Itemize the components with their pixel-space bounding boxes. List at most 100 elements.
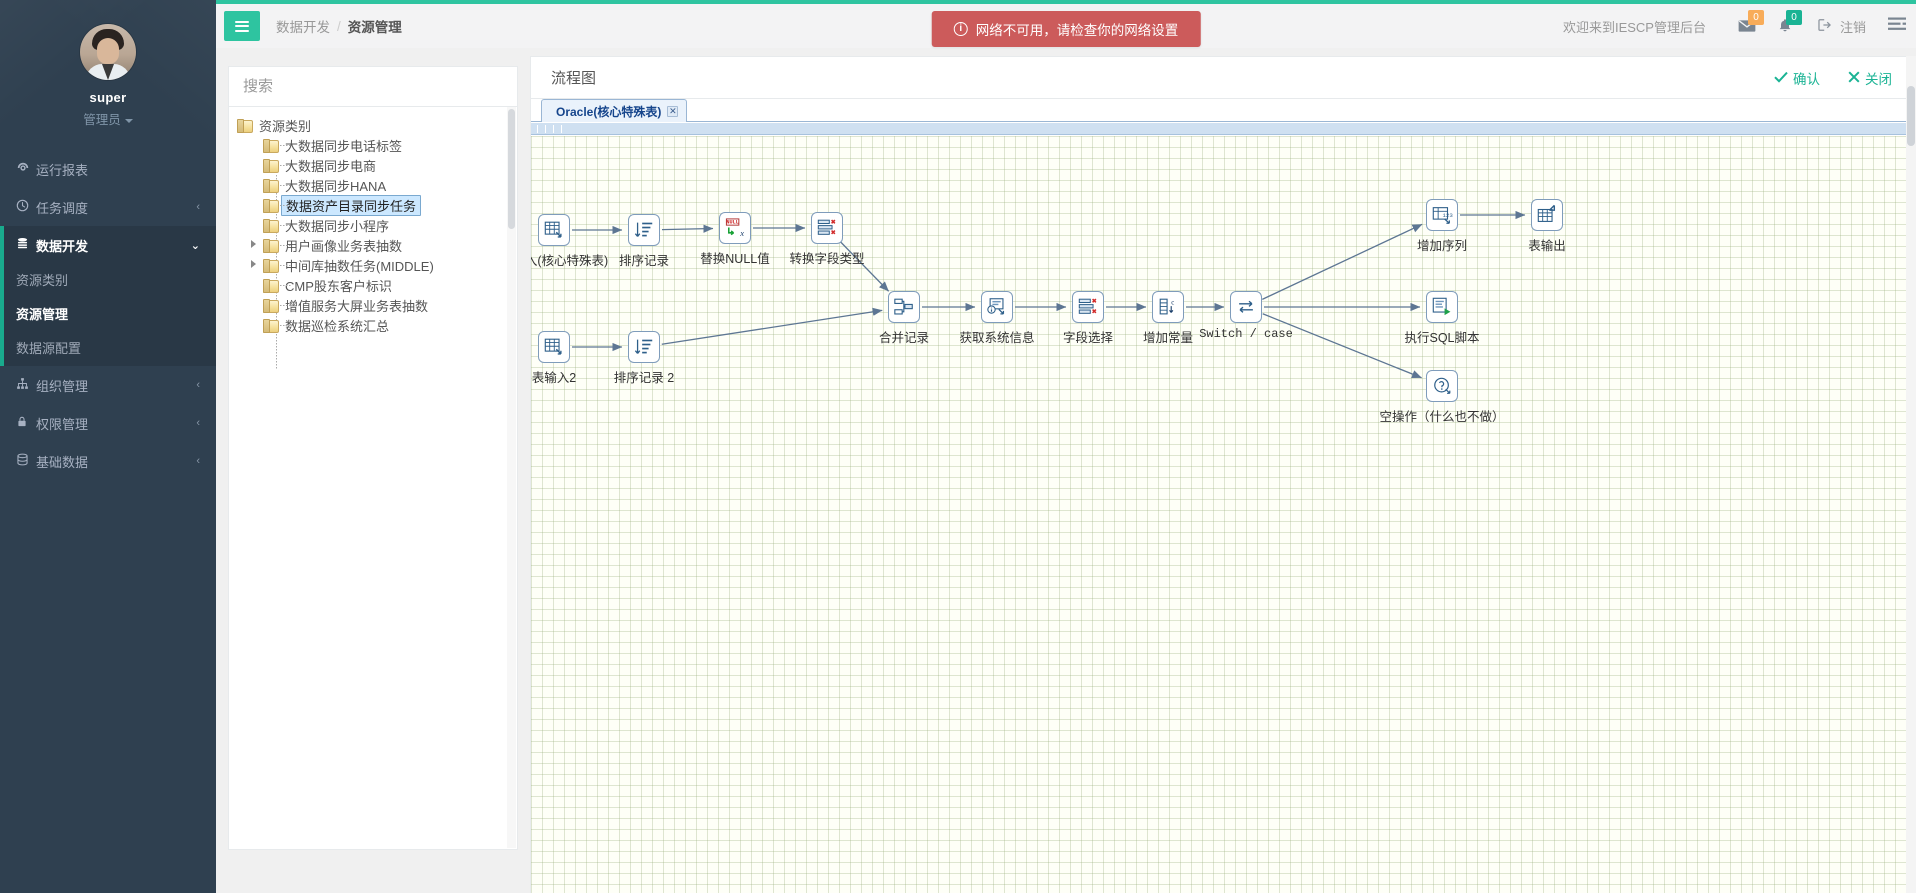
tree-node-label: 增值服务大屏业务表抽数 [285,298,429,314]
list-toggle-icon[interactable] [1888,17,1906,36]
welcome-text: 欢迎来到IESCP管理后台 [1562,19,1706,35]
tree-node[interactable]: 大数据同步HANA [229,175,517,195]
page-scrollbar[interactable] [1906,56,1916,893]
add-sequence-icon[interactable]: 123 [1426,199,1458,231]
tree-node[interactable]: 大数据同步小程序 [229,215,517,235]
table-input-icon[interactable] [538,331,570,363]
tree-node-label: 用户画像业务表抽数 [285,238,403,254]
tree-node-label: 数据资产目录同步任务 [281,194,422,216]
tree-node[interactable]: 数据资产目录同步任务 [229,194,517,216]
tree-scrollbar-thumb[interactable] [508,109,515,229]
tree-scrollbar[interactable] [507,107,516,848]
network-alert-banner[interactable]: i 网络不可用，请检查你的网络设置 [931,11,1201,47]
folder-icon [263,298,279,313]
check-icon [1774,71,1788,86]
confirm-button[interactable]: 确认 [1774,68,1820,88]
sidebar-nav: 运行报表 任务调度 ‹ 数据开发 ⌄ 资源类别 资源管理 数据源配置 组织管理 … [0,150,216,480]
envelope-icon[interactable]: 0 [1728,4,1766,48]
flow-node-label: 获取系统信息 [959,331,1035,345]
sort-rows-icon[interactable] [628,214,660,246]
flow-canvas-wrap: 表输入(核心特殊表) 排序记录 NULLx 替换NULL值 转换字段类型表输入2 排序记录… [531,123,1916,893]
add-constants-icon[interactable]: c [1152,291,1184,323]
tree-node[interactable]: 中间库抽数任务(MIDDLE) [229,255,517,275]
sidebar-item-permissions[interactable]: 权限管理 ‹ [0,404,216,442]
select-values-icon[interactable] [811,212,843,244]
table-input-icon[interactable] [538,214,570,246]
sidebar-item-datasource-config[interactable]: 数据源配置 [4,332,216,366]
tree-expander-closed-icon[interactable] [251,240,256,248]
lock-icon [16,415,36,431]
search-input[interactable] [243,78,503,95]
sidebar-item-resource-management[interactable]: 资源管理 [4,298,216,332]
switch-case-icon[interactable] [1230,291,1262,323]
notification-badge: 0 [1785,10,1802,25]
null-replace-icon[interactable]: NULL x [719,212,751,244]
tree-node[interactable]: CMP股东客户标识 [229,275,517,295]
sidebar-item-resource-category[interactable]: 资源类别 [4,264,216,298]
tree-guide-dash [277,185,291,186]
flow-node-label: 字段选择 [1062,331,1114,345]
flow-canvas[interactable]: 表输入(核心特殊表) 排序记录 NULLx 替换NULL值 转换字段类型表输入2 排序记录… [531,136,1916,893]
profile-name: super [89,90,127,105]
sidebar-item-basic-data[interactable]: 基础数据 ‹ [0,442,216,480]
profile-role[interactable]: 管理员 [0,109,216,128]
close-button[interactable]: 关闭 [1848,68,1892,88]
svg-text:NULL: NULL [726,219,738,225]
sidebar-item-reports[interactable]: 运行报表 [0,150,216,188]
network-alert-text: 网络不可用，请检查你的网络设置 [975,23,1179,38]
tree-guide-dash [277,245,291,246]
breadcrumb-parent[interactable]: 数据开发 [276,16,330,36]
tree-node-label: 大数据同步电商 [285,158,377,174]
logout-button[interactable]: 注销 [1818,17,1866,36]
tree-node[interactable]: 用户画像业务表抽数 [229,235,517,255]
tree-node[interactable]: 大数据同步电商 [229,155,517,175]
flow-node-label: Switch / case [1199,327,1293,341]
tree-search-box[interactable] [229,67,517,107]
app-root: super 管理员 运行报表 任务调度 ‹ 数据开发 ⌄ 资源类别 资源管理 数… [0,0,1916,893]
flow-edge [661,307,883,345]
sidebar-item-arrow: ‹ [196,201,200,213]
sidebar-item-schedule[interactable]: 任务调度 ‹ [0,188,216,226]
system-info-icon[interactable] [981,291,1013,323]
hamburger-icon[interactable] [224,11,260,41]
tree-guide-dash [277,325,291,326]
sort-rows-icon[interactable] [628,331,660,363]
flow-edge [1262,223,1423,300]
execute-sql-icon[interactable] [1426,291,1458,323]
sidebar-item-arrow: ‹ [196,379,200,391]
chevron-down-icon: ⌄ [190,239,200,252]
profile-role-label: 管理员 [83,113,121,127]
tree-node[interactable]: 增值服务大屏业务表抽数 [229,295,517,315]
table-output-icon[interactable] [1531,199,1563,231]
bell-icon[interactable]: 0 [1766,4,1804,48]
merge-rows-icon[interactable] [888,291,920,323]
avatar[interactable] [80,24,136,80]
breadcrumb: 数据开发 / 资源管理 [276,16,402,36]
svg-text:c: c [1171,300,1174,307]
tab-oracle-core-special-table[interactable]: Oracle(核心特殊表) ✕ [541,99,688,122]
sidebar-item-data-development[interactable]: 数据开发 ⌄ [4,226,216,264]
close-x-icon [1848,70,1860,86]
tree-node[interactable]: 资源类别 [229,115,517,135]
flow-node-label: 排序记录 [618,254,670,268]
sidebar-item-organization[interactable]: 组织管理 ‹ [0,366,216,404]
folder-icon [237,118,253,133]
sidebar-item-arrow: ‹ [196,417,200,429]
flow-node-label: 增加序列 [1416,239,1468,253]
mail-badge: 0 [1747,10,1764,25]
info-circle-icon: i [953,22,968,36]
tree-body: 资源类别 大数据同步电话标签大数据同步电商 大数据同步HANA 数据资产目录同步任务大… [229,107,517,849]
confirm-label: 确认 [1793,72,1820,87]
tree-node-label: 大数据同步HANA [285,178,387,194]
dummy-noop-icon[interactable] [1426,370,1458,402]
tree-guide-dash [277,145,291,146]
page-scrollbar-thumb[interactable] [1907,86,1915,146]
tree-node[interactable]: 大数据同步电话标签 [229,135,517,155]
select-values-icon[interactable] [1072,291,1104,323]
folder-icon [263,158,279,173]
tree-node[interactable]: 数据巡检系统汇总 [229,315,517,335]
flow-edge [1262,313,1422,379]
layers-icon [16,453,36,469]
tab-close-icon[interactable]: ✕ [667,105,679,117]
tree-expander-closed-icon[interactable] [251,260,256,268]
